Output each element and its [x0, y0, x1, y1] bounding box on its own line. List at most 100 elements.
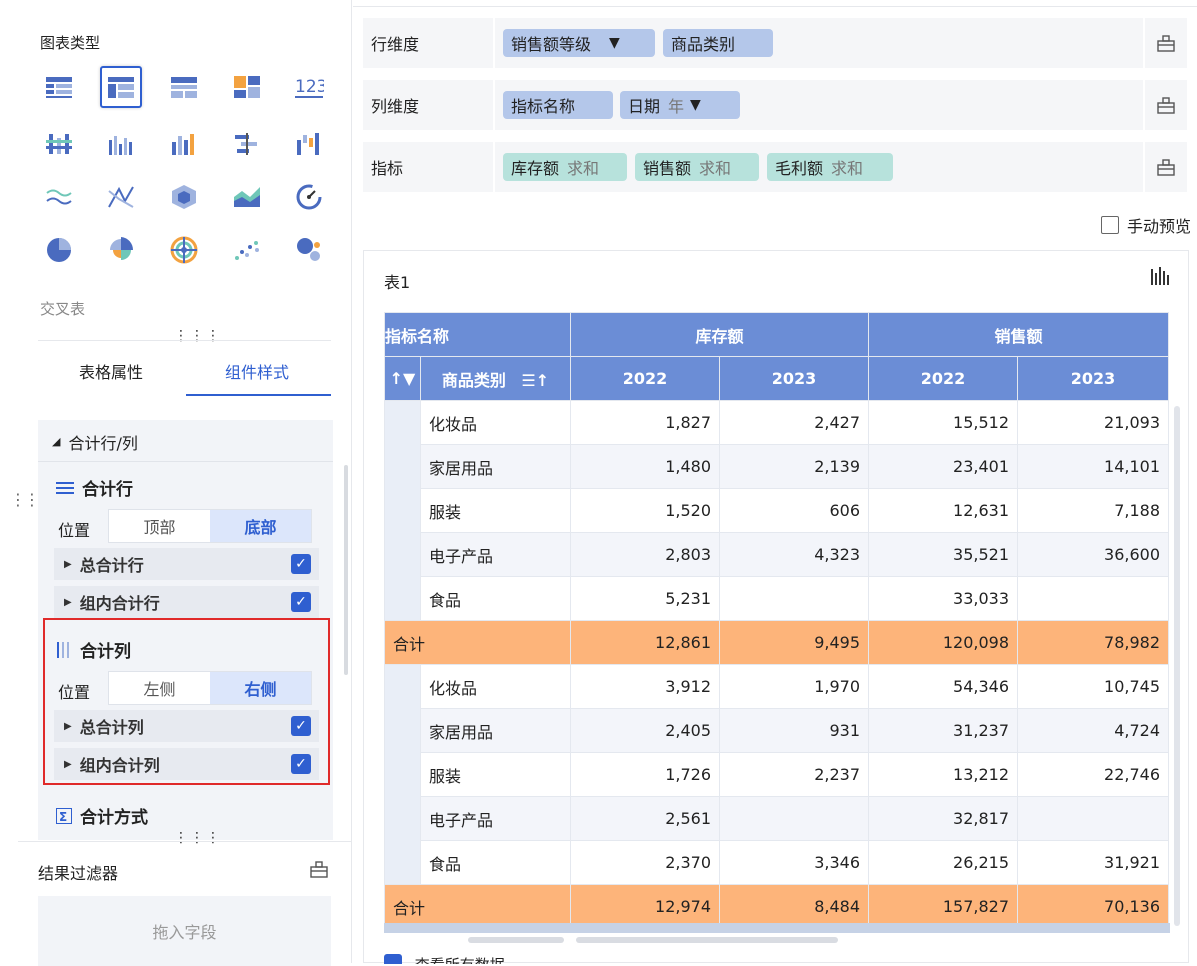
- table-row: 食品 2,370 3,346 26,215 31,921: [385, 840, 1169, 885]
- category-cell: 家居用品: [420, 444, 571, 489]
- drag-handle-icon[interactable]: ⋮⋮: [10, 490, 40, 509]
- sort-icon[interactable]: ☰↑: [521, 371, 549, 390]
- header-row-2: ↑▼ 商品类别 ☰↑ 2022 2023 2022 2023: [384, 356, 1169, 401]
- manual-preview-toggle[interactable]: 手动预览: [1100, 213, 1191, 237]
- column-chart-icon[interactable]: [100, 123, 142, 165]
- group-total-row-checkbox[interactable]: ✓: [291, 592, 311, 612]
- block-chart-icon[interactable]: [226, 66, 268, 108]
- table-card: 表1 指标名称 库存额 销售额 ↑▼ 商品类别 ☰↑ 2022 2023 202…: [363, 250, 1189, 964]
- rose-chart-icon[interactable]: [100, 229, 142, 271]
- grouped-bar-icon[interactable]: [38, 123, 80, 165]
- chart-type-title: 图表类型: [40, 34, 101, 52]
- scatter-icon[interactable]: [226, 229, 268, 271]
- table-row: 家居用品 1,480 2,139 23,401 14,101: [385, 444, 1169, 489]
- bubble-icon[interactable]: [288, 229, 330, 271]
- field-pill-category[interactable]: 商品类别: [663, 29, 773, 57]
- col-dimension-bar: 列维度 指标名称 日期 年 ▼: [363, 80, 1187, 130]
- value-cell: 31,921: [1017, 840, 1169, 885]
- polygon-icon[interactable]: [163, 176, 205, 218]
- table-row: 电子产品 2,803 4,323 35,521 36,600: [385, 532, 1169, 577]
- cross-table: 指标名称 库存额 销售额 ↑▼ 商品类别 ☰↑ 2022 2023 2022 2…: [384, 312, 1169, 929]
- column-chart-icon[interactable]: [1150, 267, 1170, 289]
- value-cell: 3,346: [719, 840, 869, 885]
- concentric-icon[interactable]: [163, 229, 205, 271]
- manual-preview-checkbox[interactable]: [1100, 216, 1119, 234]
- radar-line-icon[interactable]: [100, 176, 142, 218]
- multi-column-icon[interactable]: [163, 123, 205, 165]
- value-cell: 5,231: [570, 576, 720, 621]
- table-row: 电子产品 2,561 32,817: [385, 796, 1169, 841]
- field-pill-sales-level[interactable]: 销售额等级 ▼: [503, 29, 655, 57]
- value-cell: 12,974: [570, 884, 720, 929]
- field-pill-date[interactable]: 日期 年 ▼: [620, 91, 740, 119]
- row-dimension-bar: 行维度 销售额等级 ▼ 商品类别: [363, 18, 1187, 68]
- category-cell: 合计: [384, 620, 571, 665]
- value-cell: [1017, 576, 1169, 621]
- area-chart-icon[interactable]: [226, 176, 268, 218]
- value-cell: [719, 576, 869, 621]
- pie-chart-icon[interactable]: [38, 229, 80, 271]
- filter-drop-zone[interactable]: 拖入字段: [38, 896, 331, 966]
- tab-table-props[interactable]: 表格属性: [79, 359, 143, 383]
- metric-zone[interactable]: 库存额 求和 销售额 求和 毛利额 求和: [495, 142, 1143, 192]
- col-dim-settings-icon[interactable]: [1145, 80, 1187, 130]
- metric-settings-icon[interactable]: [1145, 142, 1187, 192]
- value-cell: 2,803: [570, 532, 720, 577]
- year-header: 2022: [868, 356, 1018, 401]
- gantt-icon[interactable]: [226, 123, 268, 165]
- expand-triangle-icon: ▶: [64, 558, 72, 570]
- metric-pill-sales[interactable]: 销售额 求和: [635, 153, 759, 181]
- filter-icon[interactable]: ▼: [609, 35, 620, 51]
- collapse-triangle-icon: ◢: [52, 435, 61, 448]
- value-cell: 1,970: [719, 664, 869, 709]
- scroll-thumb[interactable]: [468, 937, 564, 943]
- value-cell: 32,817: [868, 796, 1018, 841]
- line-chart-icon[interactable]: [38, 176, 80, 218]
- col-dim-zone[interactable]: 指标名称 日期 年 ▼: [495, 80, 1143, 130]
- active-tab-indicator: [186, 394, 331, 396]
- grand-total-row-option[interactable]: ▶ 总合计行 ✓: [54, 548, 319, 580]
- tab-component-style[interactable]: 组件样式: [225, 359, 289, 383]
- kpi-icon[interactable]: 123: [288, 66, 330, 108]
- category-header[interactable]: 商品类别 ☰↑: [420, 356, 571, 401]
- sort-filter-icon[interactable]: ↑▼: [384, 356, 421, 401]
- total-row-position-toggle: 顶部 底部: [108, 509, 312, 543]
- value-cell: 2,561: [570, 796, 720, 841]
- metric-name-header: 指标名称: [384, 312, 571, 357]
- panel-scrollbar[interactable]: [344, 465, 348, 675]
- waterfall-icon[interactable]: [288, 123, 330, 165]
- total-section-header[interactable]: ◢ 合计行/列: [38, 422, 333, 462]
- field-pill-metric-name[interactable]: 指标名称: [503, 91, 613, 119]
- group-total-row-option[interactable]: ▶ 组内合计行 ✓: [54, 586, 319, 618]
- total-row: 合计 12,974 8,484 157,827 70,136: [384, 884, 1169, 929]
- total-section-title: 合计行/列: [68, 433, 138, 453]
- grand-total-row-checkbox[interactable]: ✓: [291, 554, 311, 574]
- filter-settings-icon[interactable]: [310, 860, 328, 882]
- row-dim-settings-icon[interactable]: [1145, 18, 1187, 68]
- category-cell: 电子产品: [420, 532, 571, 577]
- table-chart-icon[interactable]: [38, 66, 80, 108]
- value-cell: [719, 796, 869, 841]
- value-cell: 15,512: [868, 400, 1018, 445]
- metric-pill-profit[interactable]: 毛利额 求和: [767, 153, 893, 181]
- cross-table-icon[interactable]: [100, 66, 142, 108]
- agg-method-title: Σ 合计方式: [56, 803, 148, 828]
- value-cell: 22,746: [1017, 752, 1169, 797]
- gauge-icon[interactable]: [288, 176, 330, 218]
- group-cell: [384, 400, 421, 621]
- table-horizontal-scrollbar[interactable]: [384, 923, 1170, 933]
- total-row-top-option[interactable]: 顶部: [109, 510, 210, 542]
- metric-pill-inventory[interactable]: 库存额 求和: [503, 153, 627, 181]
- category-cell: 食品: [420, 576, 571, 621]
- value-cell: 21,093: [1017, 400, 1169, 445]
- row-dim-zone[interactable]: 销售额等级 ▼ 商品类别: [495, 18, 1143, 68]
- scroll-thumb[interactable]: [576, 937, 838, 943]
- value-cell: 10,745: [1017, 664, 1169, 709]
- table-vertical-scrollbar[interactable]: [1174, 406, 1180, 926]
- filter-icon[interactable]: ▼: [690, 97, 701, 113]
- group-table-icon[interactable]: [163, 66, 205, 108]
- expand-triangle-icon: ▶: [64, 596, 72, 608]
- category-cell: 化妆品: [420, 400, 571, 445]
- left-config-panel: 图表类型 123 交叉表 ⋮⋮⋮ 表格属性 组件样式 ◢ 合计行/列 合计行 位…: [0, 0, 352, 966]
- total-row-bottom-option[interactable]: 底部: [210, 510, 311, 542]
